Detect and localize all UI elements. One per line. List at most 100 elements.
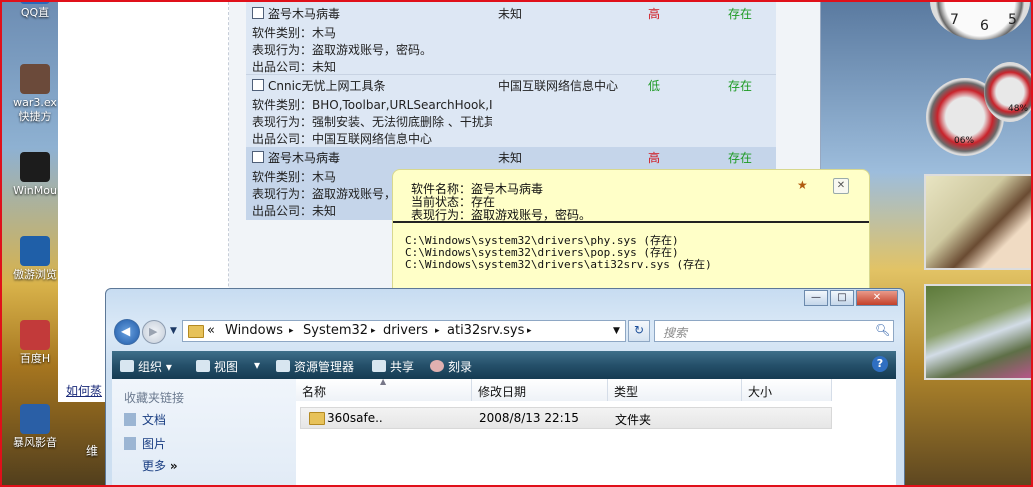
table-row[interactable]: 360safe.. 2008/8/13 22:15 文件夹	[300, 407, 832, 429]
nav-item-label: 文档	[142, 413, 167, 427]
desktop-icon-storm[interactable]: 暴风影音	[8, 404, 62, 450]
address-bar[interactable]: « Windows ▸ System32 ▸ drivers ▸ ati32sr…	[182, 320, 626, 342]
list-item[interactable]: 盗号木马病毒 未知 高 存在	[246, 4, 776, 21]
item-name: 盗号木马病毒	[268, 7, 341, 21]
item-detail: 软件类别：BHO,Toolbar,URLSearchHook,IE右键	[252, 98, 492, 112]
explorer-window: — □ ✕ ◀ ▶ ▼ « Windows ▸ System32 ▸ drive…	[105, 288, 905, 485]
explorer-button[interactable]: 资源管理器	[276, 358, 354, 375]
slideshow-photo-landscape[interactable]	[924, 284, 1031, 380]
nav-item-more[interactable]: 更多 »	[142, 457, 178, 474]
clock-number: 5	[1008, 12, 1017, 28]
desktop-icon-label: WinMou	[13, 184, 57, 197]
chevron-right-icon[interactable]: ▸	[527, 326, 532, 336]
clock-number: 6	[980, 18, 989, 34]
help-link[interactable]: 如何蒸	[66, 382, 102, 399]
refresh-icon[interactable]: ↻	[628, 320, 650, 342]
folder-icon	[309, 412, 325, 425]
slideshow-photo-portrait[interactable]	[924, 174, 1031, 270]
column-label: 名称	[302, 385, 327, 399]
pin-icon[interactable]: ★	[797, 178, 811, 192]
navigation-pane: 收藏夹链接 文档 图片 更多 »	[112, 379, 297, 485]
sort-arrow-icon: ▲	[380, 377, 387, 386]
desktop-icon-baidu[interactable]: 百度H	[8, 320, 62, 366]
desktop-icon-label: QQ直	[20, 6, 50, 19]
desktop-icon-maxthon[interactable]: 傲游浏览	[8, 236, 62, 282]
organize-button[interactable]: 组织 ▾	[120, 358, 172, 375]
double-chevron-icon: »	[169, 459, 178, 473]
forward-button[interactable]: ▶	[142, 320, 166, 344]
detail-tooltip: 软件名称：盗号木马病毒 当前状态：存在 表现行为：盗取游戏账号，密码。 ★ ✕ …	[392, 169, 870, 296]
back-arrow-icon: ◀	[121, 324, 131, 338]
item-checkbox[interactable]	[252, 7, 264, 19]
desktop-icon-label: 快捷方	[18, 110, 52, 123]
chevron-down-icon[interactable]: ▼	[613, 326, 620, 336]
desktop-icon-partial-label: 维	[86, 444, 99, 458]
pictures-icon	[124, 437, 136, 450]
column-label: 大小	[748, 385, 773, 399]
column-header-type[interactable]: 类型	[608, 379, 742, 401]
item-risk: 低	[648, 79, 661, 93]
nav-item-label: 更多	[142, 459, 167, 473]
breadcrumb-windows[interactable]: Windows	[225, 323, 283, 338]
desktop-icon-label: 百度H	[19, 352, 51, 365]
help-icon[interactable]: ?	[872, 356, 888, 372]
chevron-right-icon[interactable]: ▸	[289, 326, 294, 336]
folder-icon	[188, 325, 204, 338]
address-overflow[interactable]: «	[207, 323, 215, 338]
item-status: 存在	[728, 79, 753, 93]
organize-label: 组织	[138, 360, 163, 374]
close-icon[interactable]: ✕	[833, 178, 849, 194]
explorer-toolbar: 组织 ▾ 视图 ▾ 资源管理器 共享 刻录 ?	[112, 351, 896, 379]
breadcrumb-system32[interactable]: System32	[303, 323, 368, 338]
recent-pages-icon[interactable]: ▼	[170, 326, 177, 336]
nav-item-documents[interactable]: 文档	[124, 411, 166, 428]
column-header-name[interactable]: 名称 ▲	[296, 377, 472, 401]
share-button[interactable]: 共享	[372, 358, 414, 375]
chevron-right-icon[interactable]: ▸	[435, 326, 440, 336]
screen-frame: QQ直 war3.ex 快捷方 WinMou 傲游浏览 百度H 暴风影音 维 如…	[0, 0, 1033, 487]
column-header-date[interactable]: 修改日期	[472, 379, 608, 401]
organize-icon	[120, 360, 134, 372]
item-name: Cnnic无忧上网工具条	[268, 79, 386, 93]
search-icon[interactable]: 🔍︎	[875, 323, 890, 337]
desktop-icon-label: 傲游浏览	[13, 268, 57, 281]
item-detail: 出品公司：中国互联网络信息中心	[252, 132, 433, 146]
desktop-icon-label: war3.ex	[13, 96, 57, 109]
burn-button[interactable]: 刻录	[430, 358, 472, 375]
desktop-icon-winmount[interactable]: WinMou	[8, 152, 62, 198]
search-input[interactable]: 搜索 🔍︎	[654, 320, 894, 342]
item-detail: 表现行为：强制安装、无法彻底删除 、干扰其	[252, 115, 492, 129]
maximize-button[interactable]: □	[830, 290, 854, 306]
cpu-meter-value: 06%	[954, 136, 975, 146]
views-icon	[196, 360, 210, 372]
desktop-icon-qq[interactable]: QQ直	[8, 2, 62, 20]
tooltip-divider	[393, 221, 869, 223]
item-checkbox[interactable]	[252, 79, 264, 91]
qq-icon	[20, 2, 50, 4]
list-item[interactable]: 盗号木马病毒 未知 高 存在	[246, 148, 776, 165]
desktop-icon-war3[interactable]: war3.ex 快捷方	[8, 64, 62, 124]
item-risk: 高	[648, 7, 661, 21]
nav-item-pictures[interactable]: 图片	[124, 435, 166, 452]
views-label: 视图	[214, 360, 239, 374]
views-dropdown[interactable]: ▾	[254, 358, 260, 372]
close-button[interactable]: ✕	[856, 290, 898, 306]
nav-item-label: 图片	[142, 437, 167, 451]
tooltip-file-path: C:\Windows\system32\drivers\ati32srv.sys…	[405, 258, 712, 271]
column-header-size[interactable]: 大小	[742, 379, 832, 401]
item-status: 存在	[728, 7, 753, 21]
item-checkbox[interactable]	[252, 151, 264, 163]
memory-meter-value: 48%	[1008, 104, 1029, 114]
item-name: 盗号木马病毒	[268, 151, 341, 165]
file-date: 2008/8/13 22:15	[479, 411, 579, 425]
breadcrumb-drivers[interactable]: drivers	[383, 323, 428, 338]
breadcrumb-ati32srv[interactable]: ati32srv.sys	[447, 323, 524, 338]
item-company: 未知	[498, 7, 523, 21]
views-button[interactable]: 视图	[196, 358, 238, 375]
minimize-button[interactable]: —	[804, 290, 828, 306]
back-button[interactable]: ◀	[114, 319, 140, 345]
item-risk: 高	[648, 151, 661, 165]
chevron-right-icon[interactable]: ▸	[371, 326, 376, 336]
list-item[interactable]: Cnnic无忧上网工具条 中国互联网络信息中心 低 存在	[246, 76, 776, 93]
memory-meter-gadget[interactable]: 48%	[984, 62, 1031, 122]
